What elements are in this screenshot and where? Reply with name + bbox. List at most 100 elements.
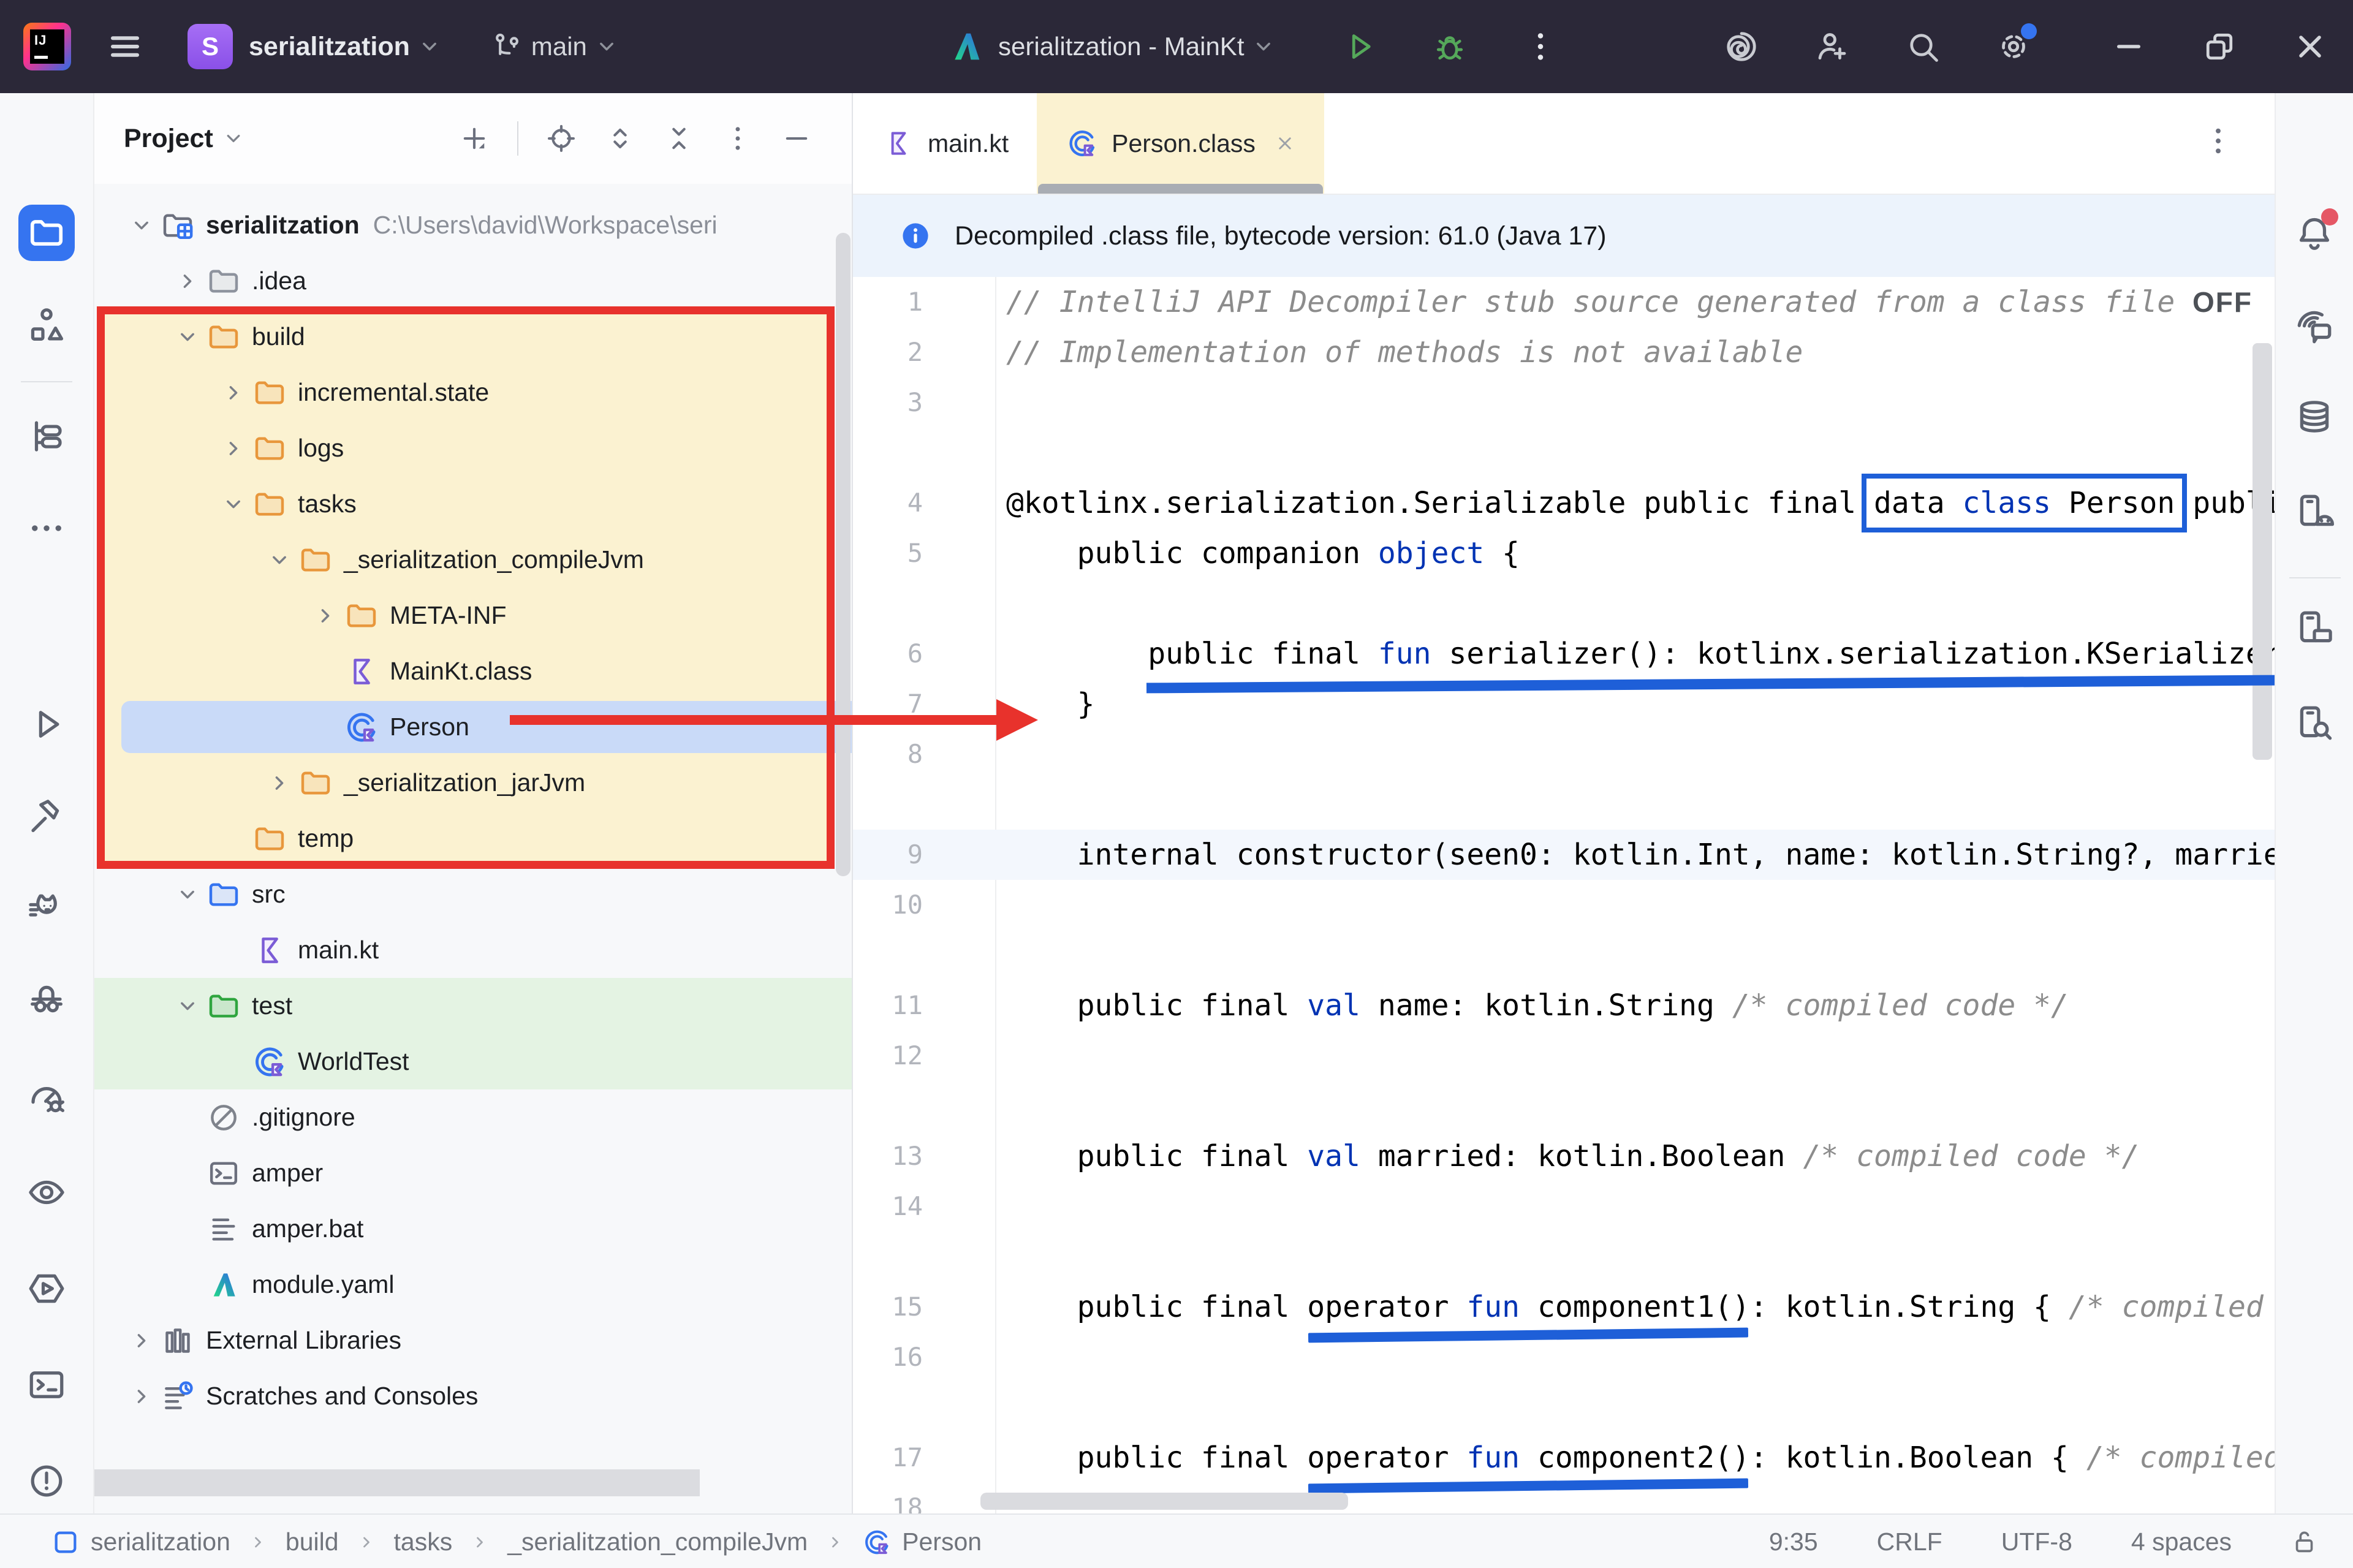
code-editor[interactable]: 1// IntelliJ API Decompiler stub source … xyxy=(853,277,2276,1513)
problems-tool-icon[interactable] xyxy=(26,1461,67,1501)
chevron-right-icon[interactable] xyxy=(260,770,298,797)
editor-vertical-scrollbar[interactable] xyxy=(2253,343,2272,760)
project-tool-icon[interactable] xyxy=(18,205,75,261)
tree-item-build[interactable]: build xyxy=(93,309,852,365)
tree-item-amper-bat[interactable]: amper.bat xyxy=(93,1201,852,1257)
project-name[interactable]: serialitzation xyxy=(249,32,410,62)
locate-icon[interactable] xyxy=(545,123,577,154)
breadcrumb-build[interactable]: build xyxy=(286,1528,339,1556)
breadcrumb-person[interactable]: Person xyxy=(863,1528,982,1556)
options-icon[interactable] xyxy=(722,123,754,154)
running-devices-tool-icon[interactable] xyxy=(2294,491,2335,532)
tab-person-class[interactable]: Person.class xyxy=(1037,93,1324,194)
tab-label: Person.class xyxy=(1112,129,1256,158)
minimize-button[interactable] xyxy=(2110,28,2147,65)
chevron-down-icon[interactable] xyxy=(214,491,252,518)
notifications-tool-icon[interactable] xyxy=(2294,213,2335,254)
project-view-chevron-icon[interactable] xyxy=(221,126,246,151)
run-tool-icon[interactable] xyxy=(26,704,67,744)
tree-item-serialitzation[interactable]: serialitzationC:\Users\david\Workspace\s… xyxy=(93,197,852,253)
tree-item--serialitzation-jarjvm[interactable]: _serialitzation_jarJvm xyxy=(93,755,852,811)
project-horizontal-scrollbar[interactable] xyxy=(93,1469,700,1496)
status-item-4-spaces[interactable]: 4 spaces xyxy=(2131,1528,2232,1556)
chevron-right-icon[interactable] xyxy=(306,602,344,629)
chevron-right-icon[interactable] xyxy=(123,1383,161,1410)
chevron-right-icon[interactable] xyxy=(169,268,207,295)
speed-cat-tool-icon[interactable] xyxy=(26,888,67,928)
tree-item-logs[interactable]: logs xyxy=(93,420,852,476)
run-button[interactable] xyxy=(1341,28,1377,65)
code-with-me-icon[interactable] xyxy=(1814,28,1851,65)
chevron-right-icon[interactable] xyxy=(214,379,252,406)
chevron-right-icon[interactable] xyxy=(214,435,252,462)
breadcrumb-serialitzation[interactable]: serialitzation xyxy=(51,1528,230,1556)
tree-item-person[interactable]: Person xyxy=(93,699,852,755)
build-tool-icon[interactable] xyxy=(26,796,67,836)
tree-item-module-yaml[interactable]: module.yaml xyxy=(93,1257,852,1312)
status-item-crlf[interactable]: CRLF xyxy=(1877,1528,1942,1556)
status-item-utf-8[interactable]: UTF-8 xyxy=(2001,1528,2072,1556)
tree-item-test[interactable]: test xyxy=(93,978,852,1034)
chevron-down-icon[interactable] xyxy=(169,324,207,350)
ai-assistant-tool-icon[interactable] xyxy=(2294,307,2335,347)
project-vertical-scrollbar[interactable] xyxy=(836,233,851,876)
tree-item-amper[interactable]: amper xyxy=(93,1145,852,1201)
project-panel-title[interactable]: Project xyxy=(124,124,213,154)
services-tool-icon[interactable] xyxy=(26,1268,67,1309)
tree-item-scratches-and-consoles[interactable]: Scratches and Consoles xyxy=(93,1368,852,1424)
branch-chevron-icon[interactable] xyxy=(593,33,620,60)
tree-item-tasks[interactable]: tasks xyxy=(93,476,852,532)
incognito-tool-icon[interactable] xyxy=(26,980,67,1020)
tree-item-temp[interactable]: temp xyxy=(93,811,852,866)
breadcrumb-tasks[interactable]: tasks xyxy=(394,1528,453,1556)
chevron-down-icon[interactable] xyxy=(169,881,207,908)
chevron-right-icon[interactable] xyxy=(123,1327,161,1354)
tree-item--idea[interactable]: .idea xyxy=(93,253,852,309)
structure-tool-icon[interactable] xyxy=(26,305,67,345)
dependencies-tool-icon[interactable] xyxy=(26,416,67,456)
chevron-down-icon[interactable] xyxy=(260,547,298,574)
status-item-9-35[interactable]: 9:35 xyxy=(1769,1528,1818,1556)
tab-close-icon[interactable] xyxy=(1274,132,1296,154)
main-menu-icon[interactable] xyxy=(107,28,143,65)
preview-tool-icon[interactable] xyxy=(26,1172,67,1213)
profiler-tool-icon[interactable] xyxy=(26,1076,67,1116)
tree-item-label: WorldTest xyxy=(298,1047,409,1076)
tree-item-incremental-state[interactable]: incremental.state xyxy=(93,365,852,420)
hide-icon[interactable] xyxy=(781,123,813,154)
tree-item--gitignore[interactable]: .gitignore xyxy=(93,1089,852,1145)
device-manager-tool-icon[interactable] xyxy=(2294,608,2335,648)
expand-all-icon[interactable] xyxy=(604,123,636,154)
tree-item--serialitzation-compilejvm[interactable]: _serialitzation_compileJvm xyxy=(93,532,852,588)
tab-main-kt[interactable]: main.kt xyxy=(853,93,1037,194)
tree-item-meta-inf[interactable]: META-INF xyxy=(93,588,852,643)
more-actions-icon[interactable] xyxy=(1522,28,1559,65)
tree-item-external-libraries[interactable]: External Libraries xyxy=(93,1312,852,1368)
settings-gear-icon[interactable] xyxy=(1995,28,2032,65)
close-button[interactable] xyxy=(2292,28,2328,65)
terminal-tool-icon[interactable] xyxy=(26,1365,67,1405)
collapse-all-icon[interactable] xyxy=(663,123,695,154)
branch-name[interactable]: main xyxy=(531,32,587,61)
tree-item-mainkt-class[interactable]: MainKt.class xyxy=(93,643,852,699)
chevron-down-icon[interactable] xyxy=(123,212,161,239)
more-tools-tool-icon[interactable] xyxy=(26,508,67,548)
run-config-chevron-icon[interactable] xyxy=(1250,33,1277,60)
restore-button[interactable] xyxy=(2201,28,2238,65)
add-icon[interactable] xyxy=(458,123,490,154)
debug-button[interactable] xyxy=(1431,28,1468,65)
tree-item-main-kt[interactable]: main.kt xyxy=(93,922,852,978)
tree-item-src[interactable]: src xyxy=(93,866,852,922)
ai-actions-icon[interactable] xyxy=(1723,28,1760,65)
chevron-down-icon[interactable] xyxy=(169,993,207,1020)
device-explorer-tool-icon[interactable] xyxy=(2294,703,2335,743)
project-chevron-icon[interactable] xyxy=(416,33,443,60)
tab-options-icon[interactable] xyxy=(2201,124,2235,158)
run-configuration[interactable]: serialitzation - MainKt xyxy=(998,32,1244,61)
breadcrumb--serialitzation-compilejvm[interactable]: _serialitzation_compileJvm xyxy=(507,1528,808,1556)
lock-open-icon[interactable] xyxy=(2290,1528,2319,1556)
search-everywhere-icon[interactable] xyxy=(1904,28,1941,65)
database-tool-icon[interactable] xyxy=(2294,396,2335,437)
tree-item-worldtest[interactable]: WorldTest xyxy=(93,1034,852,1089)
editor-horizontal-scrollbar[interactable] xyxy=(980,1493,1348,1510)
